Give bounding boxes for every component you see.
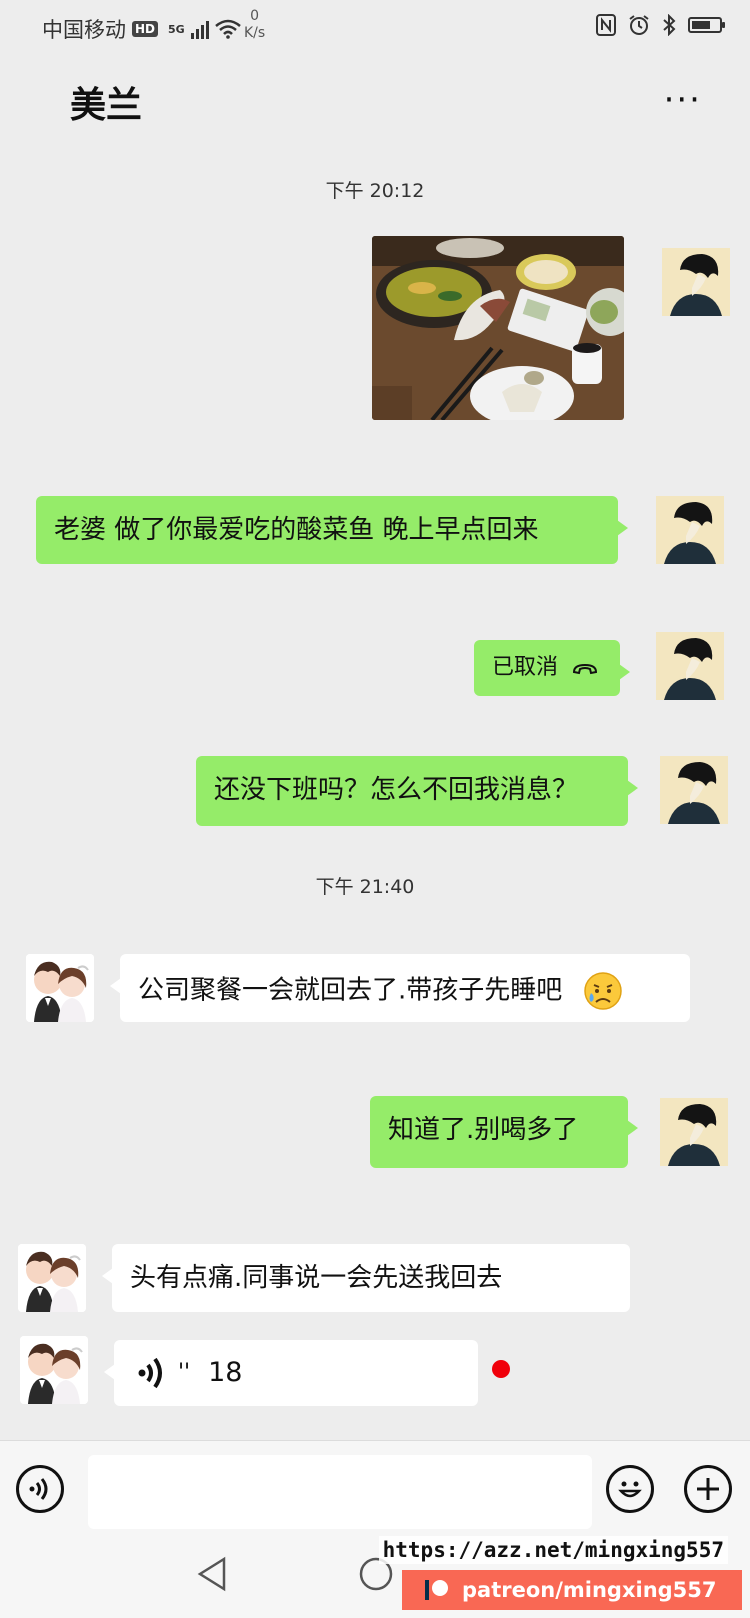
carrier-label: 中国移动 (42, 18, 126, 42)
speed-unit: K/s (244, 25, 266, 41)
plus-button[interactable] (684, 1465, 732, 1513)
nfc-icon (596, 14, 616, 36)
food-photo (372, 236, 624, 420)
message-text: 公司聚餐一会就回去了.带孩子先睡吧 (138, 975, 563, 1006)
more-options-button[interactable]: ··· (664, 80, 702, 120)
alarm-icon (629, 15, 649, 35)
message-bubble[interactable]: 头有点痛.同事说一会先送我回去 (102, 1244, 630, 1312)
voice-message-bubble[interactable]: '' 18 (104, 1340, 478, 1406)
message-bubble[interactable]: 知道了.别喝多了 (370, 1096, 638, 1168)
signal-icon (190, 19, 209, 39)
status-bar-right (596, 14, 725, 36)
emoji-icon (618, 1481, 642, 1498)
my-avatar[interactable] (660, 756, 728, 824)
message-input[interactable] (88, 1455, 592, 1529)
network-label: 5G (168, 22, 185, 36)
phone-hangup-icon (573, 663, 598, 675)
bluetooth-icon (663, 14, 676, 36)
message-bubble[interactable]: 公司聚餐一会就回去了.带孩子先睡吧 (110, 954, 690, 1022)
contact-avatar[interactable] (26, 954, 94, 1022)
man-portrait (660, 1098, 728, 1166)
message-text: 还没下班吗？怎么不回我消息？ (214, 775, 579, 805)
plus-icon (697, 1478, 719, 1500)
voice-duration: 18 (208, 1357, 243, 1388)
unread-dot (492, 1360, 510, 1378)
timestamp: 下午 21:40 (315, 876, 415, 898)
battery-icon (688, 17, 725, 33)
hd-badge: HD (132, 21, 159, 37)
status-bar-left: 中国移动 HD 5G (42, 14, 241, 44)
battery-fill (692, 21, 711, 29)
message-bubble[interactable]: 老婆 做了你最爱吃的酸菜鱼 晚上早点回来 (36, 496, 628, 564)
contact-avatar[interactable] (18, 1244, 86, 1312)
sad-sweat-emoji-icon (583, 972, 622, 1010)
patreon-watermark: patreon/mingxing557 (402, 1570, 742, 1610)
timestamp: 下午 20:12 (325, 180, 425, 202)
couple-cartoon (26, 954, 94, 1022)
message-bubble[interactable]: 还没下班吗？怎么不回我消息？ (196, 756, 638, 826)
chat-title: 美兰 (70, 85, 143, 126)
voice-input-button[interactable] (16, 1465, 64, 1513)
man-portrait (662, 248, 730, 316)
man-portrait (656, 496, 724, 564)
contact-avatar[interactable] (20, 1336, 88, 1404)
input-bar (0, 1440, 750, 1537)
message-text: 知道了.别喝多了 (388, 1115, 579, 1145)
voice-mark: '' (178, 1360, 191, 1385)
watermark-url: https://azz.net/mingxing557 (378, 1536, 728, 1564)
man-portrait (660, 756, 728, 824)
speed-value: 0 (250, 8, 260, 24)
patreon-logo-icon (425, 1580, 448, 1600)
man-portrait (656, 632, 724, 700)
voice-icon (29, 1478, 48, 1500)
network-speed: 0 K/s (244, 8, 265, 42)
emoji-button[interactable] (606, 1465, 654, 1513)
couple-cartoon (20, 1336, 88, 1404)
call-record-bubble[interactable]: 已取消 (474, 640, 630, 696)
call-status-label: 已取消 (492, 655, 559, 680)
patreon-text: patreon/mingxing557 (462, 1578, 717, 1602)
couple-cartoon (18, 1244, 86, 1312)
my-avatar[interactable] (660, 1098, 728, 1166)
message-text: 老婆 做了你最爱吃的酸菜鱼 晚上早点回来 (54, 515, 539, 545)
my-avatar[interactable] (656, 496, 724, 564)
my-avatar[interactable] (656, 632, 724, 700)
voice-wave-icon (138, 1357, 162, 1389)
back-nav-button[interactable] (196, 1556, 228, 1592)
message-text: 头有点痛.同事说一会先送我回去 (130, 1263, 503, 1293)
photo-message[interactable] (372, 236, 624, 420)
my-avatar[interactable] (662, 248, 730, 316)
wifi-icon (214, 19, 241, 39)
